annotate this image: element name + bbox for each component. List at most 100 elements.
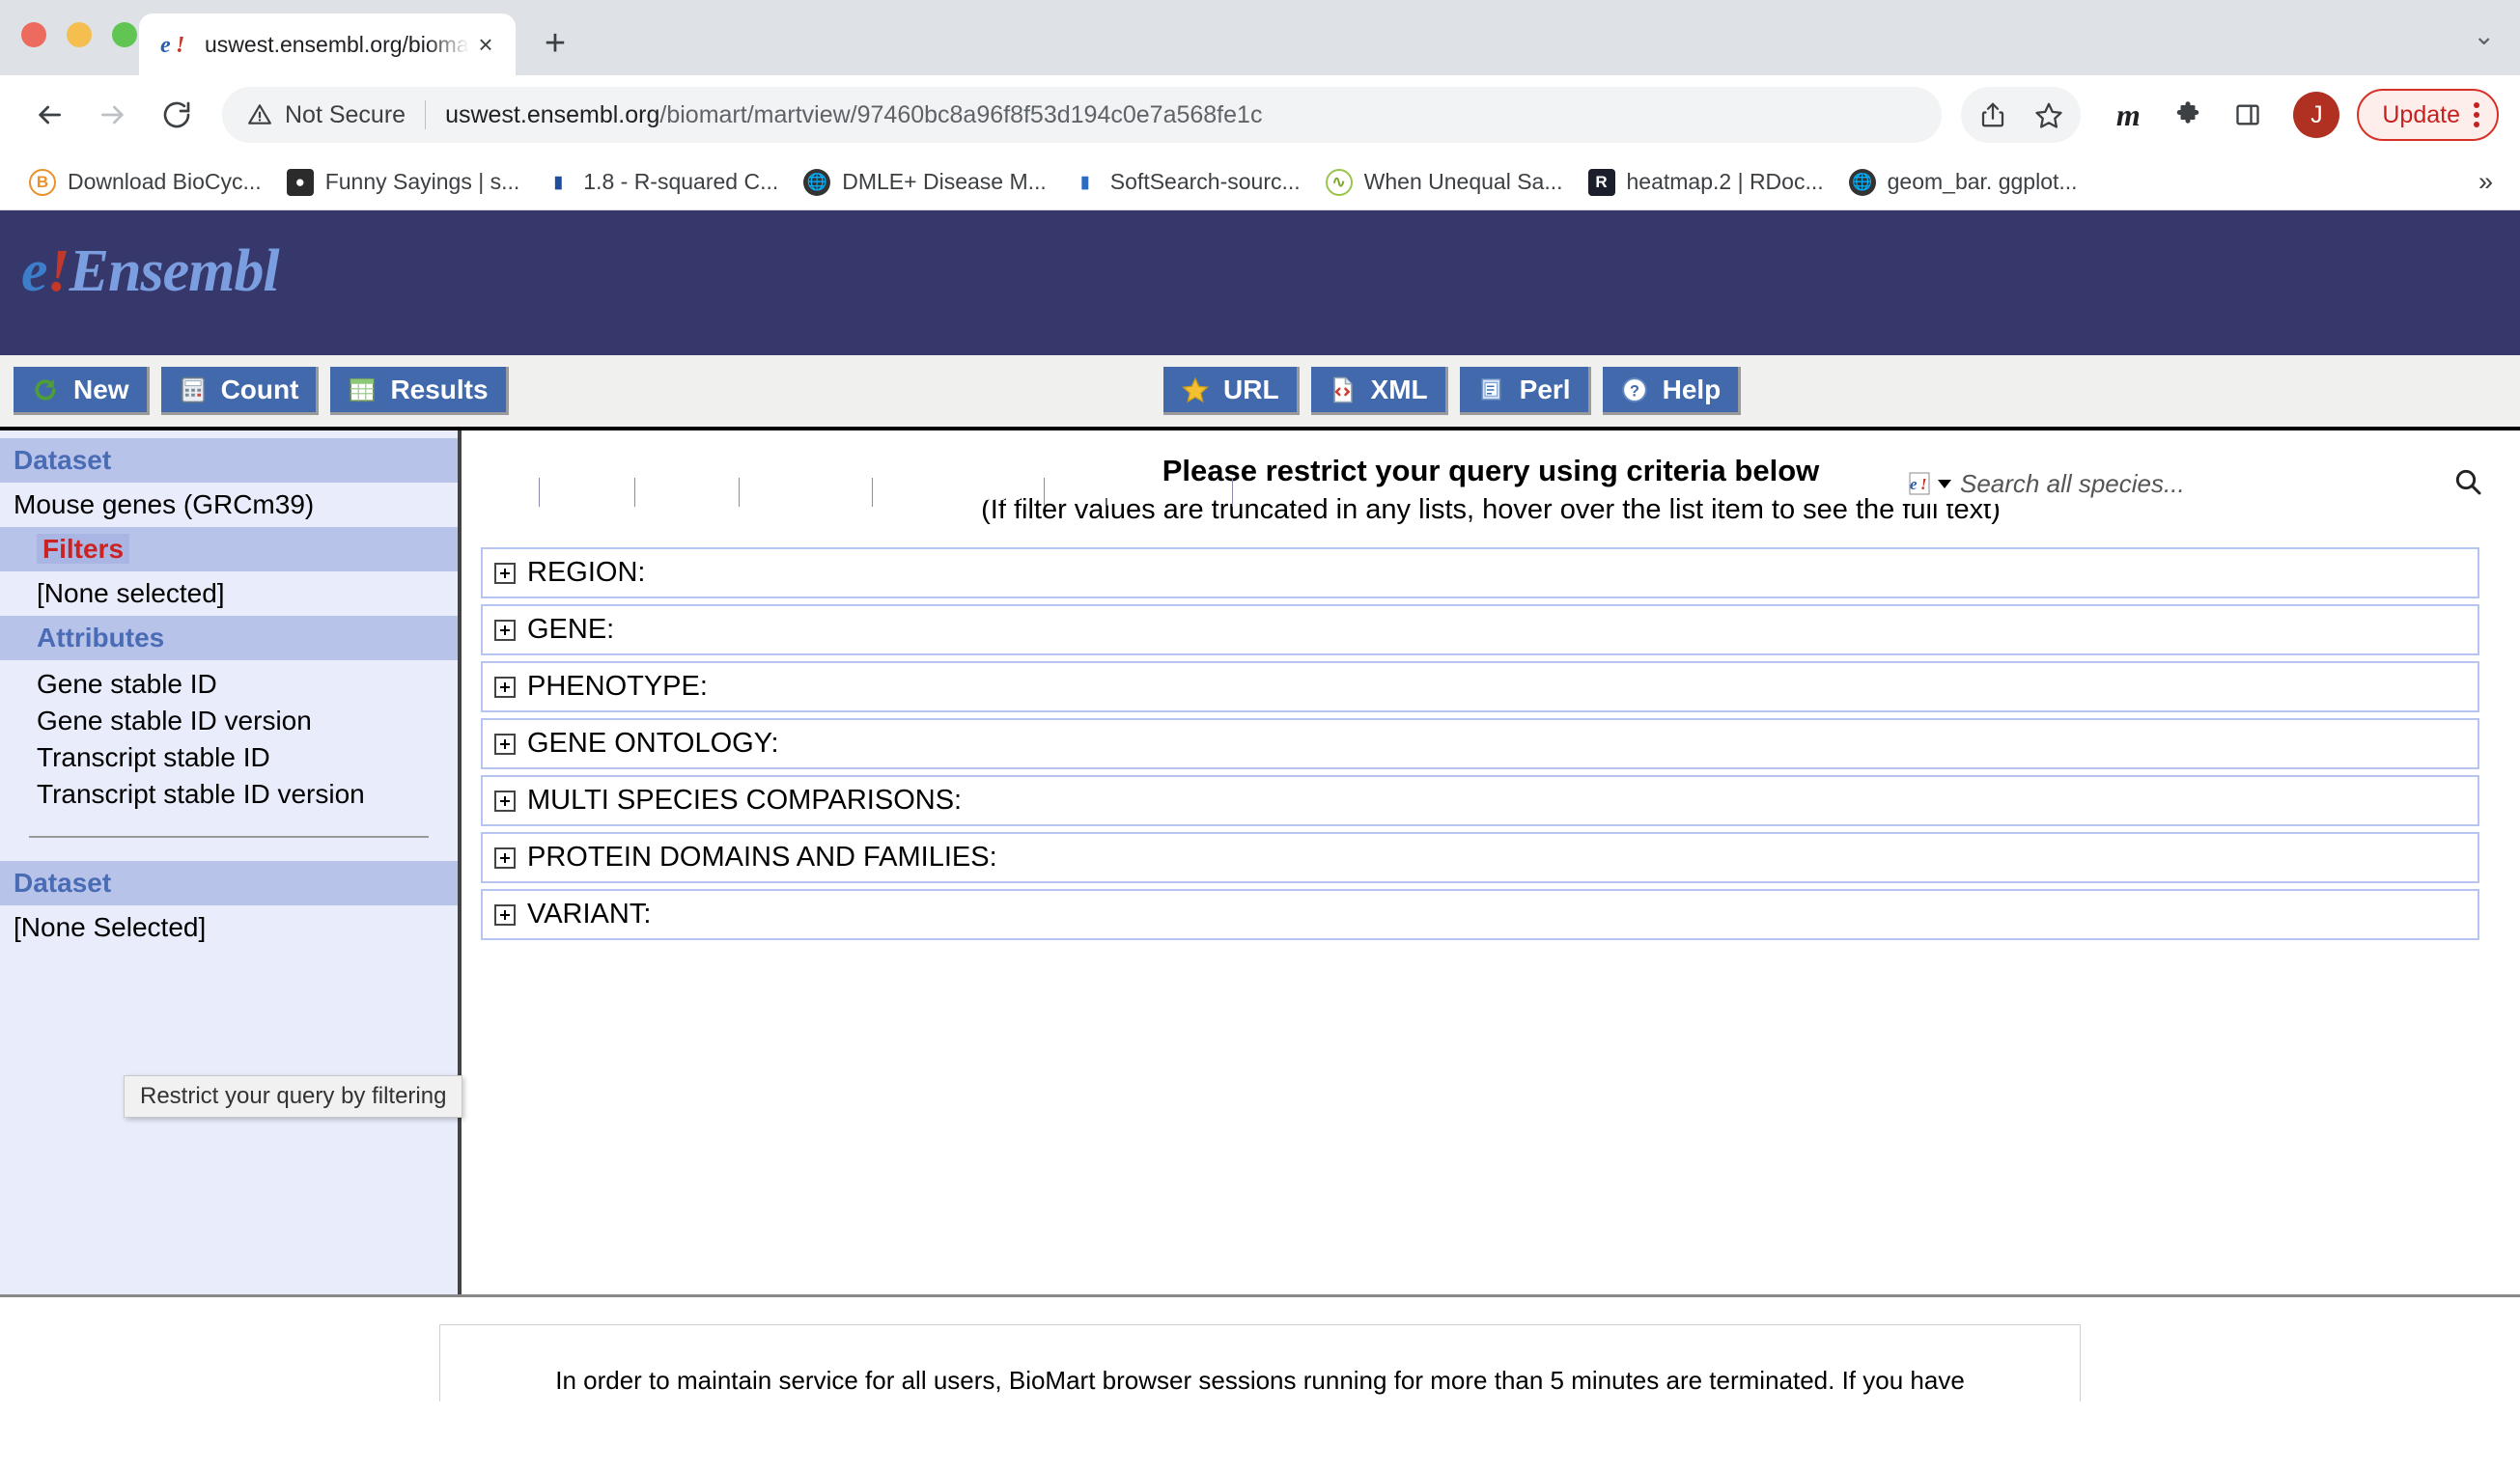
- sidebar-attributes-heading[interactable]: Attributes: [0, 616, 458, 660]
- login-register-link[interactable]: Login/Register: [2338, 427, 2493, 455]
- filter-section-phenotype[interactable]: PHENOTYPE:: [481, 661, 2479, 712]
- forward-button[interactable]: [85, 87, 141, 143]
- filter-section-gene[interactable]: GENE:: [481, 604, 2479, 655]
- sidebar-dataset2-heading[interactable]: Dataset: [0, 861, 458, 905]
- count-button[interactable]: Count: [160, 367, 320, 415]
- avatar[interactable]: J: [2293, 92, 2340, 138]
- ensembl-logo[interactable]: e!Ensembl: [21, 237, 280, 306]
- chart-icon: ∿: [1325, 168, 1353, 196]
- nav-help-docs[interactable]: Help & Docs: [1045, 477, 1232, 507]
- list-item[interactable]: Gene stable ID: [37, 666, 458, 703]
- svg-text:?: ?: [1630, 382, 1639, 400]
- session-notice: In order to maintain service for all use…: [439, 1324, 2081, 1402]
- reload-button[interactable]: [149, 87, 205, 143]
- back-button[interactable]: [21, 87, 77, 143]
- bookmark-label: DMLE+ Disease M...: [842, 169, 1047, 194]
- filter-section-region[interactable]: REGION:: [481, 547, 2479, 598]
- url-host: uswest.ensembl.org: [445, 100, 660, 128]
- browser-window: e ! uswest.ensembl.org/biomart/m × + ⌄: [0, 0, 2520, 1471]
- expand-plus-icon[interactable]: [494, 676, 516, 698]
- filters-tooltip: Restrict your query by filtering: [124, 1075, 463, 1118]
- bookmark-item[interactable]: 🌐 geom_bar. ggplot...: [1841, 160, 2095, 205]
- perl-button[interactable]: Perl: [1459, 367, 1591, 415]
- results-button[interactable]: Results: [330, 367, 509, 415]
- bookmark-item[interactable]: R heatmap.2 | RDoc...: [1581, 160, 1841, 205]
- nav-tools[interactable]: Tools: [635, 477, 739, 507]
- browser-tab[interactable]: e ! uswest.ensembl.org/biomart/m ×: [139, 14, 516, 75]
- filter-section-gene-ontology[interactable]: GENE ONTOLOGY:: [481, 718, 2479, 769]
- sidebar-dataset-heading[interactable]: Dataset: [0, 438, 458, 483]
- list-item[interactable]: Transcript stable ID version: [37, 776, 458, 813]
- bookmark-label: heatmap.2 | RDoc...: [1626, 169, 1824, 194]
- table-icon: [348, 375, 377, 404]
- bookmark-star-icon[interactable]: [2021, 87, 2077, 143]
- species-search-box[interactable]: e ! Search all species...: [1898, 463, 2495, 504]
- filter-section-multi-species-comparisons[interactable]: MULTI SPECIES COMPARISONS:: [481, 775, 2479, 826]
- perl-script-icon: [1477, 375, 1506, 404]
- search-icon[interactable]: [2452, 466, 2485, 502]
- chevron-down-icon[interactable]: ⌄: [2473, 21, 2495, 51]
- url-button[interactable]: URL: [1163, 367, 1300, 415]
- bookmark-item[interactable]: B Download BioCyc...: [21, 160, 279, 205]
- sidebar-filters-value[interactable]: [None selected]: [0, 571, 458, 616]
- filter-section-variant[interactable]: VARIANT:: [481, 889, 2479, 940]
- sidebar-filters-heading[interactable]: Filters: [0, 527, 458, 571]
- close-tab-button[interactable]: ×: [469, 28, 502, 61]
- biomart-export-buttons: URL XML Perl ? Help: [1163, 367, 1742, 415]
- filter-section-protein-domains-and-families[interactable]: PROTEIN DOMAINS AND FAMILIES:: [481, 832, 2479, 883]
- expand-plus-icon[interactable]: [494, 619, 516, 641]
- sidebar-divider: [29, 836, 429, 838]
- list-item[interactable]: Transcript stable ID: [37, 739, 458, 776]
- bookmark-label: Download BioCyc...: [68, 169, 262, 194]
- minimize-window-button[interactable]: [67, 22, 92, 47]
- session-notice-text: In order to maintain service for all use…: [555, 1366, 1965, 1395]
- nav-blog[interactable]: Blog: [1233, 477, 1328, 507]
- calculator-icon: [179, 375, 208, 404]
- new-tab-button[interactable]: +: [529, 17, 581, 69]
- filter-sections-list: REGION: GENE: PHENOTYPE: GENE ONTOLOGY:: [462, 526, 2520, 940]
- filter-section-label: PHENOTYPE:: [527, 671, 708, 702]
- bookmark-label: Funny Sayings | s...: [324, 169, 520, 194]
- bookmark-label: When Unequal Sa...: [1363, 169, 1563, 194]
- maximize-window-button[interactable]: [112, 22, 137, 47]
- address-bar[interactable]: Not Secure uswest.ensembl.org/biomart/ma…: [222, 87, 1943, 143]
- help-button[interactable]: ? Help: [1602, 367, 1742, 415]
- rdocumentation-icon: R: [1587, 168, 1615, 196]
- bookmark-item[interactable]: ▮ 1.8 - R-squared C...: [537, 160, 796, 205]
- side-panel-icon[interactable]: [2220, 87, 2276, 143]
- expand-plus-icon[interactable]: [494, 790, 516, 812]
- browser-toolbar: Not Secure uswest.ensembl.org/biomart/ma…: [0, 75, 2520, 154]
- chrome-menu-icon[interactable]: [2474, 102, 2487, 127]
- extensions-puzzle-icon[interactable]: [2160, 87, 2216, 143]
- expand-plus-icon[interactable]: [494, 562, 516, 584]
- bookmark-item[interactable]: ∿ When Unequal Sa...: [1318, 160, 1581, 205]
- new-query-button[interactable]: New: [14, 367, 150, 415]
- bookmarks-overflow-icon[interactable]: »: [2478, 167, 2493, 197]
- update-button[interactable]: Update: [2357, 89, 2499, 141]
- nav-downloads[interactable]: Downloads: [873, 477, 1045, 507]
- nav-biomart[interactable]: BioMart: [740, 477, 872, 507]
- list-item[interactable]: Gene stable ID version: [37, 703, 458, 739]
- share-icon[interactable]: [1965, 87, 2021, 143]
- expand-plus-icon[interactable]: [494, 847, 516, 869]
- extension-m-icon[interactable]: m: [2100, 87, 2156, 143]
- expand-plus-icon[interactable]: [494, 733, 516, 755]
- search-input[interactable]: Search all species...: [1960, 469, 2452, 499]
- sidebar-attributes-list: Gene stable ID Gene stable ID version Tr…: [0, 660, 458, 813]
- globe-icon: 🌐: [803, 168, 831, 196]
- bookmark-item[interactable]: 🌐 DMLE+ Disease M...: [796, 160, 1064, 205]
- close-window-button[interactable]: [21, 22, 46, 47]
- expand-plus-icon[interactable]: [494, 903, 516, 926]
- logo-bang: !: [46, 238, 70, 304]
- nav-vep[interactable]: VEP: [540, 477, 634, 507]
- security-status-label: Not Secure: [285, 100, 406, 128]
- sidebar-dataset-value[interactable]: Mouse genes (GRCm39): [0, 483, 458, 527]
- bookmark-item[interactable]: ▮ SoftSearch-sourc...: [1064, 160, 1318, 205]
- update-label: Update: [2382, 100, 2460, 128]
- sidebar-dataset2-value[interactable]: [None Selected]: [0, 905, 458, 950]
- chevron-down-icon[interactable]: [1938, 479, 1951, 488]
- not-secure-warning-icon: [247, 102, 272, 127]
- url-text: uswest.ensembl.org/biomart/martview/9746…: [445, 101, 1262, 129]
- xml-button[interactable]: XML: [1310, 367, 1448, 415]
- bookmark-item[interactable]: ● Funny Sayings | s...: [279, 160, 538, 205]
